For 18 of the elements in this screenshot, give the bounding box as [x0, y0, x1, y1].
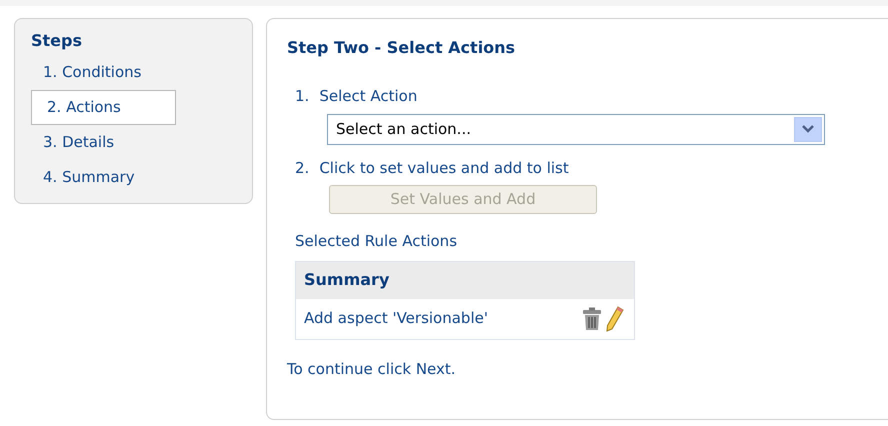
- step-label: Click to set values and add to list: [319, 158, 569, 178]
- step-label: Select Action: [319, 86, 418, 107]
- action-dropdown[interactable]: Select an action...: [327, 114, 825, 144]
- step-item[interactable]: 1. Conditions: [31, 55, 252, 90]
- step-item[interactable]: 3. Details: [31, 125, 252, 160]
- column-header: Summary: [304, 269, 390, 291]
- table-cell-text: Add aspect 'Versionable': [304, 308, 488, 330]
- step-item[interactable]: 4. Summary: [31, 160, 252, 195]
- trash-icon[interactable]: [582, 306, 602, 330]
- page-title: Step Two - Select Actions: [287, 37, 516, 59]
- step-number: 1.: [295, 86, 310, 107]
- footer-text: To continue click Next.: [287, 358, 457, 380]
- steps-title: Steps: [31, 31, 83, 51]
- pencil-icon[interactable]: [606, 306, 624, 332]
- section-heading: Selected Rule Actions: [294, 231, 458, 252]
- chevron-down-icon: [794, 116, 822, 142]
- step-number: 2.: [295, 158, 310, 178]
- step-item[interactable]: 2. Actions: [31, 90, 176, 125]
